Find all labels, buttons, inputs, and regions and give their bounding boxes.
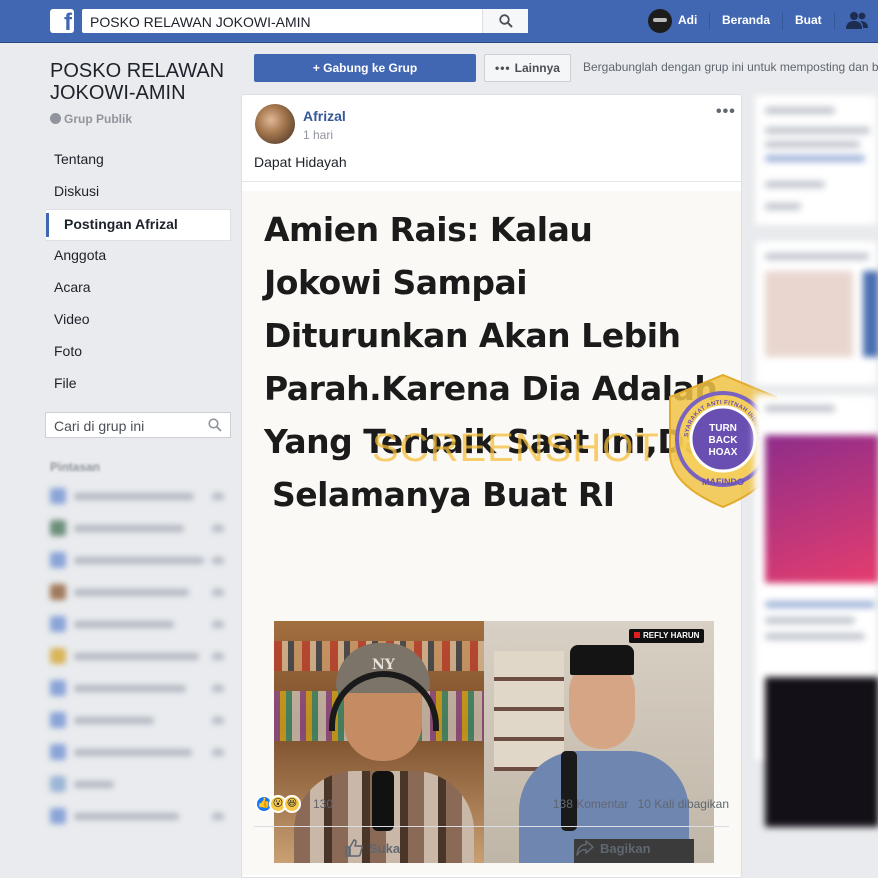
shortcut-item[interactable] [50, 581, 230, 613]
create-link[interactable]: Buat [795, 13, 822, 27]
shortcut-item[interactable] [50, 613, 230, 645]
share-button[interactable]: Bagikan [576, 839, 651, 857]
group-type-text: Grup Publik [64, 112, 133, 126]
profile-link[interactable]: Adi [678, 13, 697, 27]
badge-center-line: HOAX [709, 447, 738, 458]
nav-divider [834, 12, 835, 30]
right-sidebar-blurred [754, 94, 878, 878]
group-search-input[interactable]: Cari di grup ini [45, 412, 231, 438]
home-link[interactable]: Beranda [722, 13, 770, 27]
headline-line: Selamanya Buat RI [272, 475, 615, 514]
group-title[interactable]: POSKO RELAWAN JOKOWI-AMIN [50, 60, 240, 104]
post-stats: 138 Komentar 10 Kali dibagikan [553, 797, 729, 811]
more-dots-icon: ••• [495, 61, 511, 75]
shortcut-item[interactable] [50, 485, 230, 517]
video-source-tag: REFLY HARUN [629, 629, 705, 643]
search-icon [499, 14, 513, 28]
sidebar-item-acara[interactable]: Acara [46, 273, 231, 305]
headline-line: Amien Rais: Kalau [264, 210, 593, 249]
search-icon [208, 418, 222, 432]
sidebar-item-tentang[interactable]: Tentang [46, 145, 231, 177]
divider [254, 826, 729, 827]
thumbs-up-icon [345, 839, 363, 857]
search-input[interactable]: POSKO RELAWAN JOKOWI-AMIN [82, 9, 528, 33]
shortcut-item[interactable] [50, 645, 230, 677]
post-author-link[interactable]: Afrizal [303, 108, 346, 124]
badge-center-line: BACK [709, 435, 739, 446]
sidebar-item-file[interactable]: File [46, 369, 231, 401]
nav-divider [709, 12, 710, 30]
shortcuts-heading: Pintasan [50, 460, 101, 474]
sidebar-item-foto[interactable]: Foto [46, 337, 231, 369]
sidebar-item-video[interactable]: Video [46, 305, 231, 337]
group-privacy-label: Grup Publik [50, 112, 132, 126]
sidebar-item-postingan-afrizal[interactable]: Postingan Afrizal [46, 209, 231, 241]
sidebar-item-label: Postingan Afrizal [64, 216, 178, 232]
share-count-link[interactable]: 10 Kali dibagikan [638, 797, 729, 811]
comment-count-link[interactable]: 138 Komentar [553, 797, 628, 811]
right-card [754, 394, 878, 827]
shortcut-item[interactable] [50, 709, 230, 741]
group-search-placeholder: Cari di grup ini [54, 418, 145, 434]
join-group-button[interactable]: + Gabung ke Grup [254, 54, 476, 82]
share-label: Bagikan [600, 841, 651, 856]
friend-requests-icon[interactable] [846, 11, 868, 31]
shortcut-item[interactable] [50, 773, 230, 805]
post-options-icon[interactable]: ••• [716, 103, 736, 121]
shortcut-item[interactable] [50, 677, 230, 709]
badge-center-line: TURN [709, 423, 737, 434]
like-button[interactable]: Suka [345, 839, 400, 857]
headline-line: Diturunkan Akan Lebih [264, 316, 681, 355]
headline-line: Parah.Karena Dia Adalah [264, 369, 718, 408]
shortcut-item[interactable] [50, 741, 230, 773]
right-card [754, 240, 878, 386]
shortcut-item[interactable] [50, 517, 230, 549]
share-arrow-icon [576, 840, 594, 856]
post-image[interactable]: Amien Rais: Kalau Jokowi Sampai Diturunk… [242, 191, 741, 875]
like-label: Suka [369, 841, 401, 856]
search-query-text: POSKO RELAWAN JOKOWI-AMIN [90, 14, 311, 30]
author-avatar[interactable] [255, 104, 295, 144]
divider [242, 181, 741, 182]
search-button[interactable] [482, 9, 528, 33]
post-timestamp[interactable]: 1 hari [303, 128, 333, 142]
nav-divider [782, 12, 783, 30]
facebook-logo-icon[interactable]: f [50, 9, 74, 33]
user-avatar[interactable] [648, 9, 672, 33]
badge-bottom-text: MAFINDO [702, 477, 744, 487]
shortcuts-list-blurred [50, 485, 230, 837]
shortcut-item[interactable] [50, 805, 230, 837]
group-sidebar-nav: Tentang Diskusi Postingan Afrizal Anggot… [46, 145, 231, 401]
reaction-count[interactable]: 130 [313, 797, 333, 811]
globe-icon [50, 113, 61, 124]
post-text: Dapat Hidayah [254, 154, 347, 170]
post-card: Afrizal 1 hari ••• Dapat Hidayah Amien R… [241, 94, 777, 878]
top-navigation-bar: f POSKO RELAWAN JOKOWI-AMIN Adi Beranda … [0, 0, 878, 43]
join-group-label: Gabung ke Grup [323, 61, 418, 75]
more-label: Lainnya [514, 61, 560, 75]
shortcut-item[interactable] [50, 549, 230, 581]
sidebar-item-diskusi[interactable]: Diskusi [46, 177, 231, 209]
haha-reaction-icon: 😆 [283, 795, 301, 813]
image-headline: Amien Rais: Kalau Jokowi Sampai Diturunk… [264, 203, 730, 521]
sidebar-item-anggota[interactable]: Anggota [46, 241, 231, 273]
right-card [754, 94, 878, 226]
more-button[interactable]: ••• Lainnya [484, 54, 571, 82]
headline-line: Jokowi Sampai [264, 263, 528, 302]
join-hint-text: Bergabunglah dengan grup ini untuk mempo… [583, 60, 878, 74]
